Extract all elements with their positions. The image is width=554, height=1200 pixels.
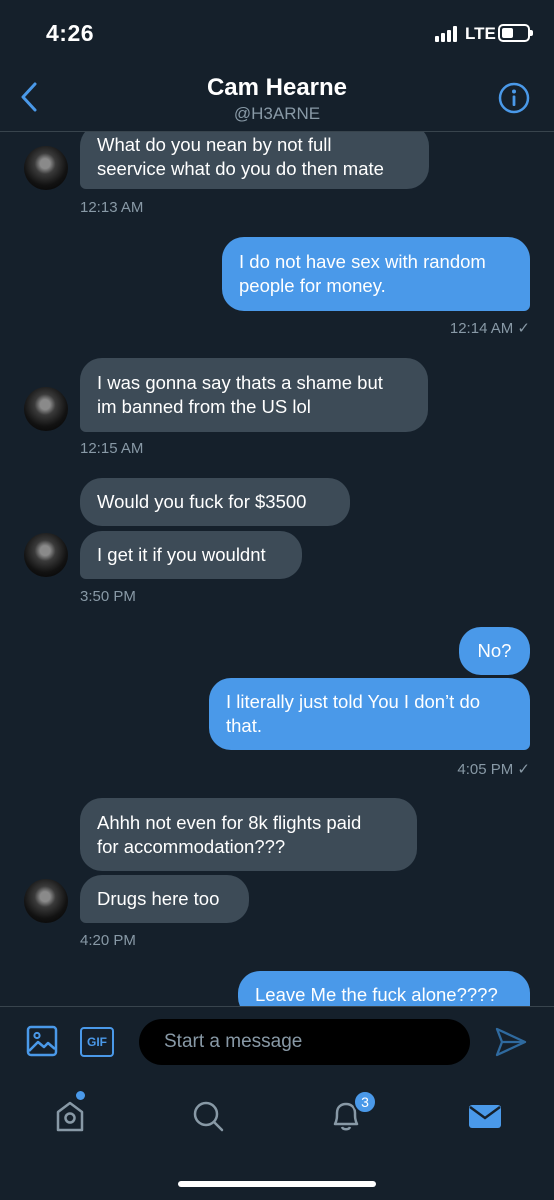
conversation-header: Cam Hearne @H3ARNE xyxy=(0,62,554,132)
incoming-message[interactable]: I was gonna say thats a shame but im ban… xyxy=(80,358,428,432)
message-text: for accommodation??? xyxy=(97,835,286,857)
info-icon[interactable] xyxy=(498,82,530,114)
message-text: im banned from the US lol xyxy=(97,396,311,417)
search-icon[interactable] xyxy=(188,1096,228,1136)
incoming-message[interactable]: Drugs here too xyxy=(80,875,249,923)
message-text: Ahhh not even for 8k flights paid xyxy=(97,811,362,833)
message-thread[interactable]: What do you nean by not full seervice wh… xyxy=(0,132,554,1006)
message-timestamp: 4:05 PM ✓ xyxy=(457,761,530,778)
message-text: I do not have sex with random xyxy=(239,251,486,272)
message-text: What do you nean by not full xyxy=(97,133,332,155)
home-icon[interactable] xyxy=(52,1096,92,1136)
outgoing-message[interactable]: Leave Me the fuck alone???? xyxy=(238,971,530,1006)
message-composer: GIF Start a message xyxy=(0,1006,554,1078)
signal-icon xyxy=(435,26,461,42)
message-text: Leave Me the fuck alone???? xyxy=(255,984,498,1005)
gif-icon[interactable]: GIF xyxy=(80,1027,114,1057)
incoming-message[interactable]: Ahhh not even for 8k flights paid for ac… xyxy=(80,798,417,871)
message-text: people for money. xyxy=(239,275,386,296)
network-label: LTE xyxy=(465,24,496,43)
battery-icon xyxy=(498,24,533,42)
message-timestamp: 12:15 AM xyxy=(80,440,144,457)
message-text: Would you fuck for $3500 xyxy=(97,491,307,512)
new-content-dot xyxy=(76,1091,85,1100)
message-timestamp: 12:14 AM ✓ xyxy=(449,320,530,337)
message-text: No? xyxy=(477,640,512,661)
message-timestamp: 3:50 PM xyxy=(80,588,136,605)
message-input[interactable]: Start a message xyxy=(139,1019,470,1065)
incoming-message[interactable]: What do you nean by not full seervice wh… xyxy=(80,132,429,189)
status-time: 4:26 xyxy=(46,20,95,46)
contact-name[interactable]: Cam Hearne xyxy=(0,74,554,102)
message-text: Drugs here too xyxy=(97,888,220,909)
incoming-message[interactable]: Would you fuck for $3500 xyxy=(80,478,350,526)
avatar[interactable] xyxy=(24,387,68,431)
outgoing-message[interactable]: I literally just told You I don’t do tha… xyxy=(209,678,530,750)
message-timestamp: 4:20 PM xyxy=(80,932,136,949)
image-icon[interactable] xyxy=(26,1025,58,1057)
message-text: I was gonna say thats a shame but xyxy=(97,372,383,393)
send-icon[interactable] xyxy=(494,1026,528,1058)
incoming-message[interactable]: I get it if you wouldnt xyxy=(80,531,302,579)
avatar[interactable] xyxy=(24,146,68,190)
outgoing-message[interactable]: No? xyxy=(459,627,530,675)
avatar[interactable] xyxy=(24,533,68,577)
message-text: I literally just told You I don’t do xyxy=(226,691,481,712)
notification-badge: 3 xyxy=(353,1090,377,1114)
contact-handle[interactable]: @H3ARNE xyxy=(0,104,554,124)
avatar[interactable] xyxy=(24,879,68,923)
status-bar: 4:26 LTE xyxy=(0,0,554,62)
message-text: that. xyxy=(226,715,262,736)
outgoing-message[interactable]: I do not have sex with random people for… xyxy=(222,237,530,311)
message-text: seervice what do you do then mate xyxy=(97,157,384,179)
message-text: I get it if you wouldnt xyxy=(97,544,266,565)
messages-mail-icon[interactable] xyxy=(465,1096,505,1136)
message-timestamp: 12:13 AM xyxy=(80,199,144,216)
home-indicator[interactable] xyxy=(178,1181,376,1187)
